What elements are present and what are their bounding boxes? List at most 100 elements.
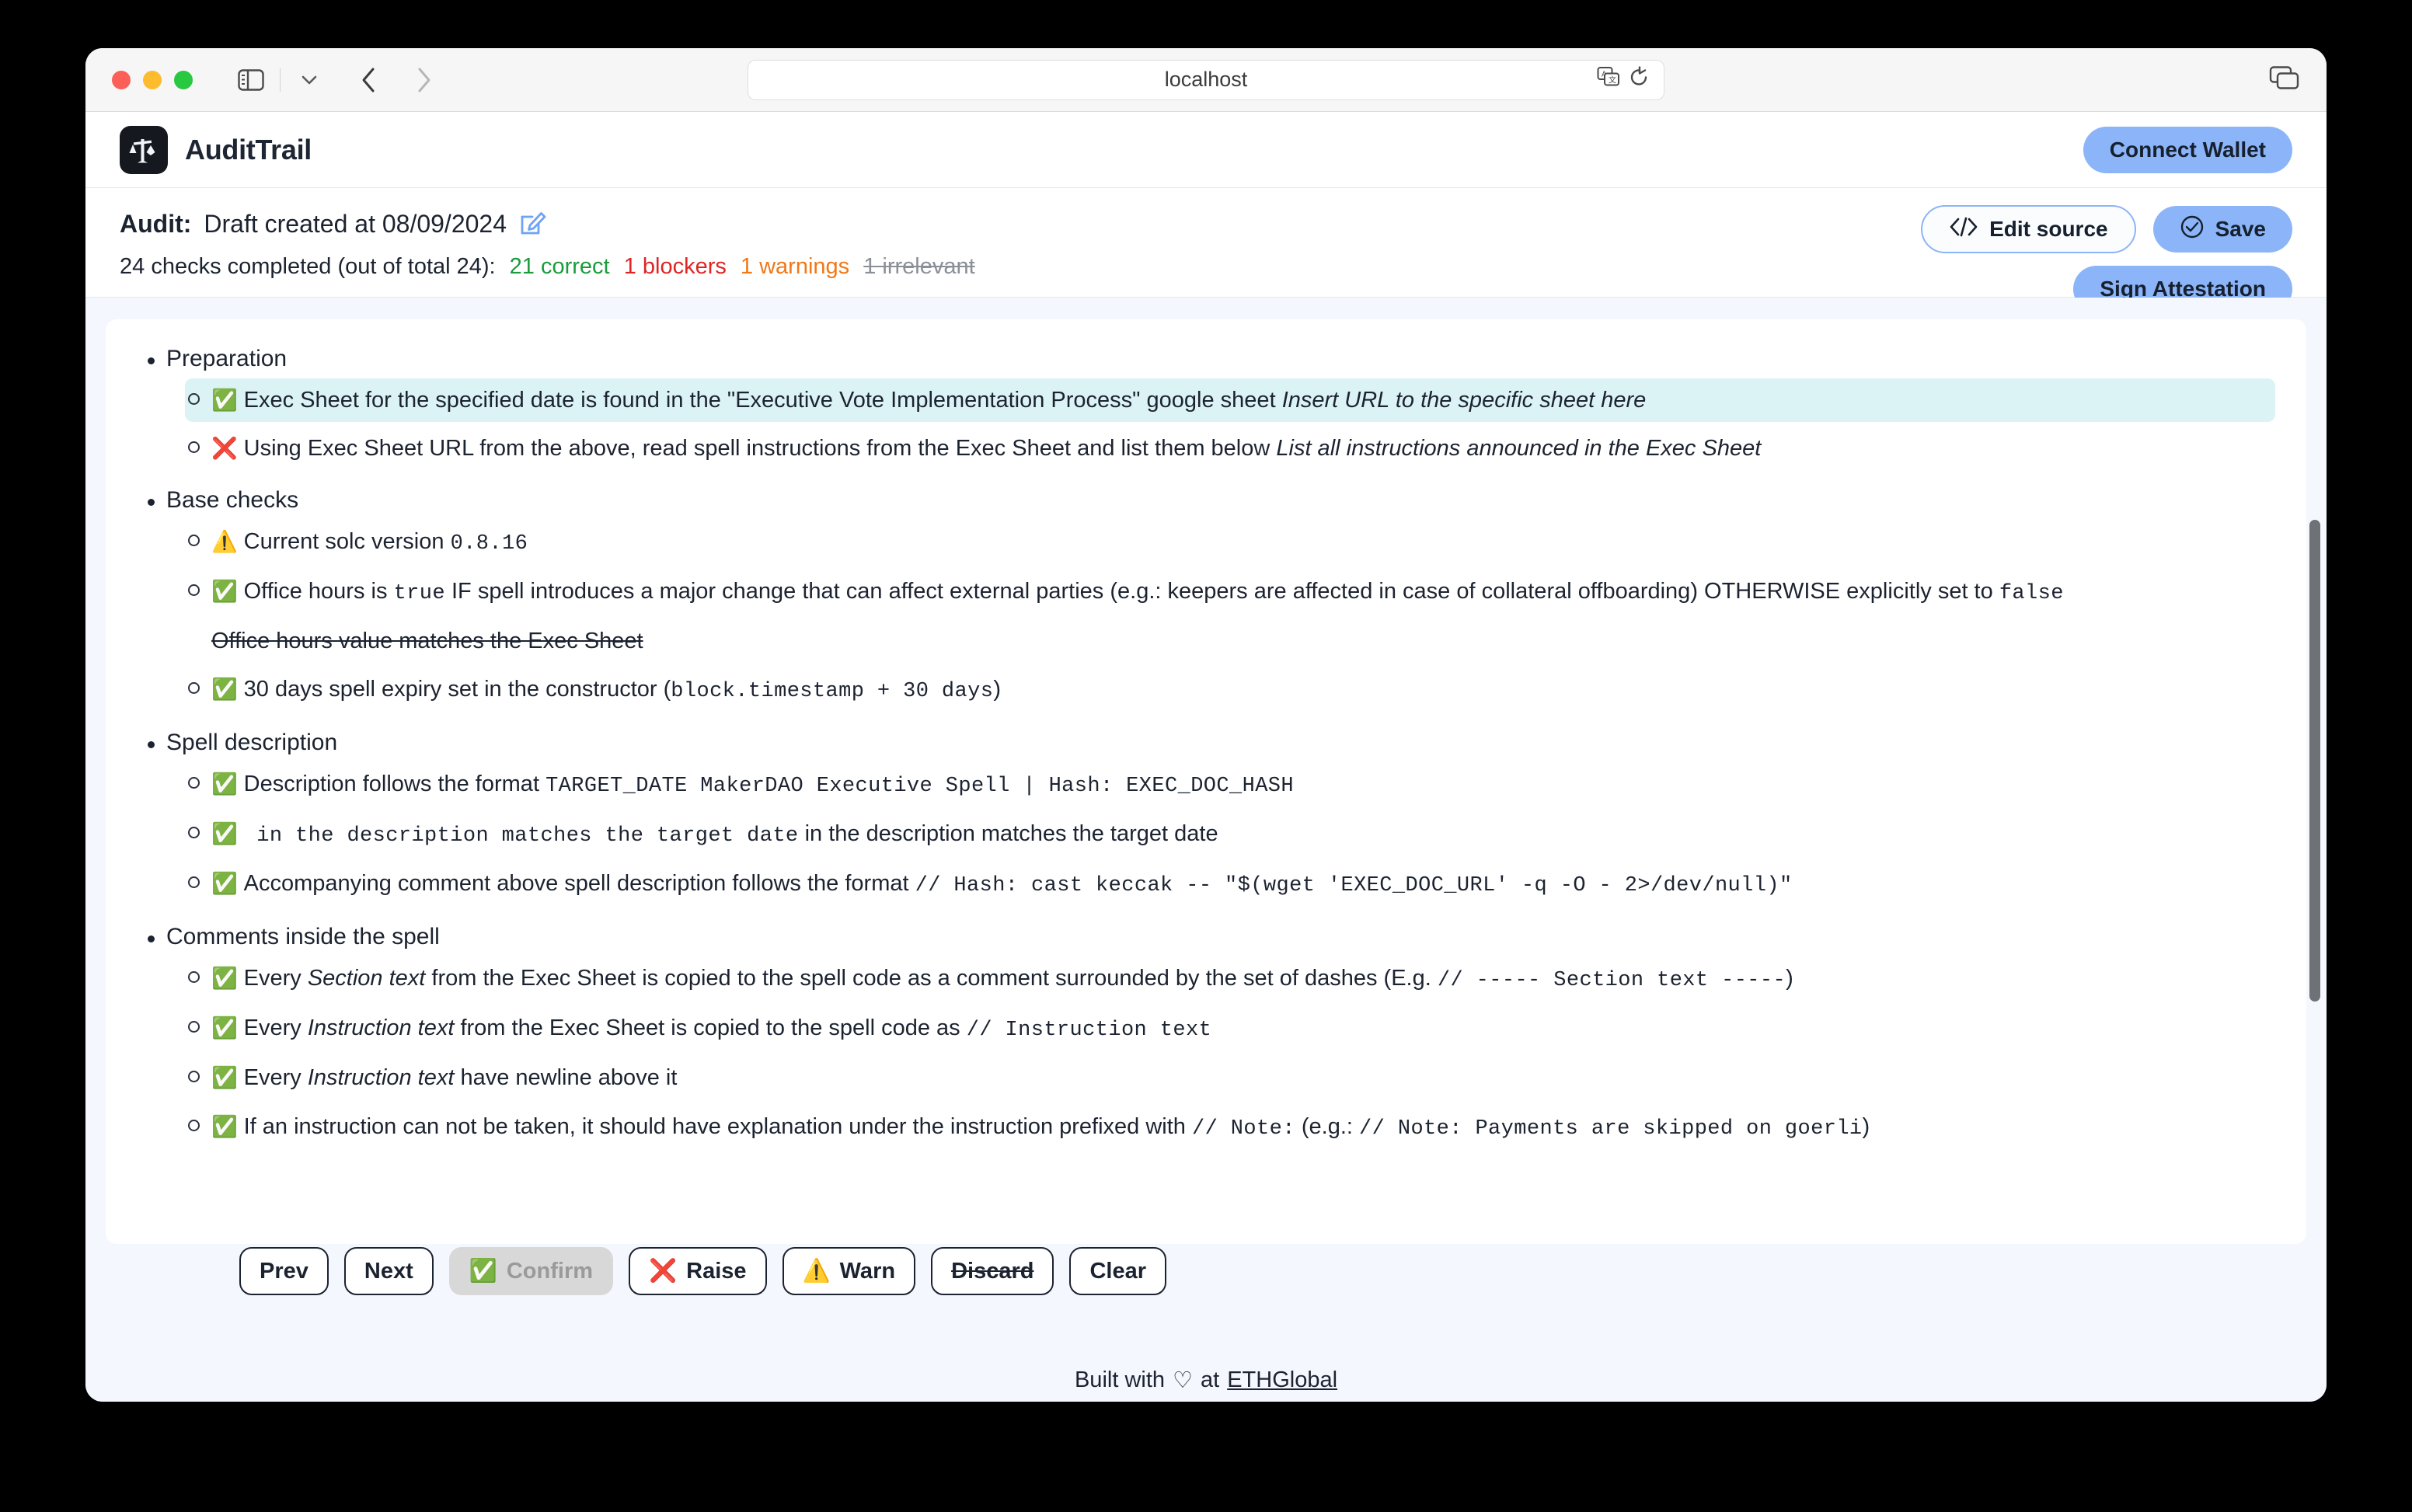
sidebar-icon[interactable] (233, 62, 269, 98)
code-brackets-icon (1949, 217, 1978, 242)
edit-source-label: Edit source (1989, 217, 2108, 241)
back-arrow-icon[interactable] (350, 62, 386, 98)
check-mark-icon: ✅ (211, 772, 238, 796)
audit-actions: Edit source Save Sign Attestation (1921, 205, 2292, 312)
item-text: Office hours is (243, 579, 394, 604)
button-label: Warn (839, 1258, 896, 1284)
edit-source-button[interactable]: Edit source (1921, 205, 2136, 253)
item-text: have newline above it (454, 1065, 678, 1091)
check-mark-icon: ✅ (211, 388, 238, 412)
save-button[interactable]: Save (2152, 206, 2292, 253)
audit-title: Draft created at 08/09/2024 (204, 210, 507, 238)
button-label: Next (364, 1258, 413, 1284)
item-text: Accompanying comment above spell descrip… (243, 871, 915, 897)
discard-button[interactable]: Discard (931, 1247, 1054, 1295)
checklist-item[interactable]: ✅ Every Instruction text have newline abo… (185, 1056, 2275, 1099)
checklist-item[interactable]: ✅ Every Instruction text from the Exec Sh… (185, 1006, 2275, 1051)
checklist-item[interactable]: ✅ If an instruction can not be taken, it … (185, 1105, 2275, 1150)
url-text: localhost (1164, 68, 1248, 91)
browser-toolbar: localhost A 文 (85, 48, 2327, 112)
reload-icon[interactable] (1629, 65, 1650, 93)
warning-icon: ⚠️ (802, 1259, 831, 1284)
action-toolbar: Prev Next ✅ Confirm ❌ Raise ⚠️ Warn Discard Clear (239, 1247, 1167, 1295)
checklist-section: Comments inside the spell ✅ Every Section … (137, 924, 2275, 1149)
checklist-item[interactable]: ✅ 30 days spell expiry set in the constru… (185, 667, 2275, 712)
checklist-item[interactable]: ❌ Using Exec Sheet URL from the above, re… (185, 427, 2275, 470)
checklist-item[interactable]: ✅ Description follows the format TARGET_D… (185, 762, 2275, 807)
item-text: Every (243, 1016, 308, 1041)
ethglobal-link[interactable]: ETHGlobal (1227, 1367, 1337, 1393)
item-text: ) (1786, 966, 1793, 991)
scales-ethereum-logo (120, 125, 168, 174)
maximize-window-button[interactable] (174, 70, 193, 89)
item-text: (e.g.: (1295, 1113, 1360, 1139)
warn-button[interactable]: ⚠️ Warn (782, 1247, 916, 1295)
inline-code: in the description matches the target da… (243, 824, 799, 848)
stat-irrelevant: 1 irrelevant (863, 254, 975, 279)
tabs-overview-icon[interactable] (2269, 65, 2300, 94)
heart-icon: ♡ (1173, 1367, 1194, 1393)
brand-name: AuditTrail (185, 133, 312, 165)
check-circle-icon (2180, 214, 2205, 245)
audit-bar: Audit: Draft created at 08/09/2024 24 ch… (85, 188, 2327, 312)
warning-icon: ⚠️ (211, 530, 238, 554)
browser-window: localhost A 文 (85, 48, 2327, 1402)
checklist-item[interactable]: Office hours value matches the Exec Shee… (185, 619, 2275, 663)
button-label: Discard (951, 1258, 1034, 1284)
raise-button[interactable]: ❌ Raise (629, 1247, 767, 1295)
section-title: Comments inside the spell (137, 924, 2275, 950)
checklist-item[interactable]: ⚠️ Current solc version 0.8.16 (185, 520, 2275, 565)
address-bar-icons: A 文 (1597, 65, 1650, 93)
section-title: Base checks (137, 487, 2275, 514)
checklist-item[interactable]: ✅ Exec Sheet for the specified date is fo… (185, 378, 2275, 423)
item-text: Every (243, 1065, 308, 1091)
next-button[interactable]: Next (343, 1247, 434, 1295)
section-title: Preparation (137, 346, 2275, 372)
section-items: ✅ Every Section text from the Exec Sheet … (137, 956, 2275, 1149)
checklist-card: Preparation ✅ Exec Sheet for the specified… (106, 319, 2306, 1244)
checklist-item[interactable]: ✅ in the description matches the target … (185, 812, 2275, 857)
prev-button[interactable]: Prev (239, 1247, 329, 1295)
check-mark-icon: ✅ (211, 1066, 238, 1090)
button-label: Confirm (506, 1258, 594, 1284)
vertical-scrollbar[interactable] (2309, 520, 2320, 1002)
inline-code: // Note: (1192, 1117, 1295, 1141)
inline-code: // Instruction text (966, 1019, 1212, 1043)
pencil-edit-icon[interactable] (519, 208, 547, 240)
forward-arrow-icon[interactable] (406, 62, 442, 98)
inline-code: block.timestamp + 30 days (671, 680, 994, 704)
check-mark-icon: ✅ (211, 822, 238, 846)
content-area: Preparation ✅ Exec Sheet for the specified… (85, 298, 2327, 1348)
item-text: ) (993, 677, 1002, 702)
close-window-button[interactable] (112, 70, 131, 89)
inline-code: // Note: Payments are skipped on goerli (1359, 1117, 1863, 1141)
address-bar[interactable]: localhost A 文 (748, 59, 1664, 100)
clear-button[interactable]: Clear (1069, 1247, 1167, 1295)
chevron-down-icon[interactable] (291, 62, 327, 98)
item-text: Using Exec Sheet URL from the above, rea… (243, 436, 1277, 462)
stat-blockers: 1 blockers (623, 254, 727, 279)
item-text: from the Exec Sheet is copied to the spe… (454, 1016, 967, 1041)
save-label: Save (2215, 217, 2266, 241)
button-label: Prev (260, 1258, 308, 1284)
checklist-item[interactable]: ✅ Accompanying comment above spell descri… (185, 862, 2275, 907)
section-items: ⚠️ Current solc version 0.8.16 ✅ Office hou… (137, 520, 2275, 712)
checklist-item[interactable]: ✅ Office hours is true IF spell introduce… (185, 570, 2275, 615)
inline-code: 0.8.16 (450, 532, 528, 556)
emphasis-text: Insert URL to the specific sheet here (1281, 388, 1647, 413)
button-label: Clear (1089, 1258, 1147, 1284)
summary-prefix: 24 checks completed (out of total 24): (120, 254, 496, 279)
item-text: 30 days spell expiry set in the construc… (243, 677, 671, 702)
checklist-section: Spell description ✅ Description follows th… (137, 730, 2275, 907)
inline-code: // Hash: cast keccak -- "$(wget 'EXEC_DO… (915, 874, 1793, 898)
check-mark-icon: ✅ (211, 580, 238, 604)
footer-middle: at (1201, 1367, 1220, 1392)
navigation-controls (350, 62, 442, 98)
minimize-window-button[interactable] (143, 70, 162, 89)
connect-wallet-button[interactable]: Connect Wallet (2083, 126, 2292, 173)
checklist-item[interactable]: ✅ Every Section text from the Exec Sheet … (185, 956, 2275, 1002)
page-footer: Built with ♡ at ETHGlobal (85, 1348, 2327, 1402)
emphasis-text: Section text (307, 966, 426, 991)
translate-icon[interactable]: A 文 (1597, 66, 1620, 93)
button-label: Raise (686, 1258, 747, 1284)
